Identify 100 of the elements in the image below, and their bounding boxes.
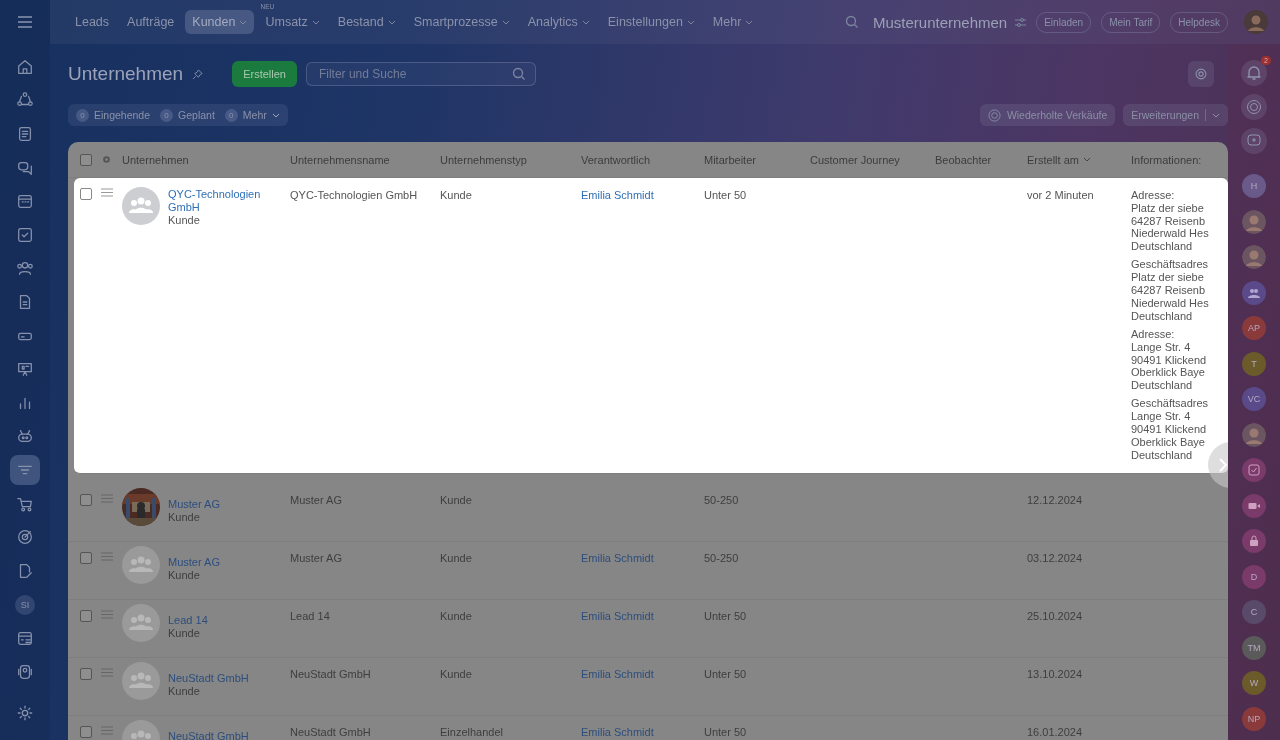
settings-icon[interactable] <box>101 154 112 165</box>
responsible-link[interactable]: Emilia Schmidt <box>581 551 654 564</box>
nav-tab[interactable]: Kunden <box>185 10 255 34</box>
responsible-link[interactable]: Emilia Schmidt <box>581 725 654 738</box>
address-line: Oberklick Baye <box>1131 435 1205 449</box>
menu-icon <box>17 16 33 28</box>
company-avatar <box>122 661 160 700</box>
extensions-button[interactable]: Erweiterungen <box>1123 104 1228 126</box>
contact-avatar[interactable]: AP <box>1242 316 1266 340</box>
column-header[interactable]: Unternehmenstyp <box>436 153 577 166</box>
company-link[interactable]: NeuStadt GmbH <box>168 671 249 685</box>
drag-handle-icon[interactable] <box>101 493 113 503</box>
drag-handle-icon[interactable] <box>101 609 113 619</box>
column-header[interactable]: Erstellt am <box>1023 153 1127 166</box>
search-icon <box>511 67 526 81</box>
copilot-button[interactable] <box>1241 94 1267 120</box>
spiral-icon <box>987 108 1001 122</box>
column-header[interactable]: Verantwortlich <box>577 153 700 166</box>
header-button[interactable]: Helpdesk <box>1170 11 1228 33</box>
sidebar-item[interactable] <box>10 454 40 485</box>
sliders-icon[interactable] <box>1015 17 1027 27</box>
contact-avatar[interactable]: C <box>1242 600 1266 624</box>
contact-avatar[interactable]: D <box>1242 564 1266 589</box>
drag-handle-icon[interactable] <box>101 725 113 735</box>
row-checkbox[interactable] <box>80 725 92 738</box>
company-link[interactable]: Muster AG <box>168 497 220 511</box>
column-header[interactable]: Beobachter <box>931 153 1023 166</box>
column-header[interactable]: Unternehmensname <box>286 153 436 166</box>
company-type: Kunde <box>168 510 201 524</box>
table-row[interactable] <box>74 178 1228 474</box>
search-icon[interactable] <box>844 15 859 29</box>
drag-handle-icon[interactable] <box>101 551 113 561</box>
contact-avatar[interactable]: VC <box>1242 387 1266 411</box>
contact-avatar[interactable] <box>1242 245 1266 269</box>
contact-avatar[interactable]: TM <box>1242 635 1266 660</box>
nav-tab[interactable]: Einstellungen <box>600 10 702 34</box>
pin-icon[interactable] <box>192 68 204 80</box>
row-checkbox[interactable] <box>80 609 92 622</box>
nav-tab[interactable]: Analytics <box>520 10 597 34</box>
nav-tab[interactable]: Aufträge <box>120 10 182 34</box>
table-cell: Kunde <box>440 609 472 622</box>
table-row[interactable]: NeuStadt GmbH NeuStadt GmbH Einzelhandel Emilia Schmidt Unter 50 16.01.2024 <box>68 715 1228 740</box>
row-checkbox[interactable] <box>80 188 92 200</box>
column-header[interactable]: Mitarbeiter <box>700 153 806 166</box>
select-all-checkbox[interactable] <box>80 153 92 166</box>
table-cell: Kunde <box>440 667 472 680</box>
row-checkbox[interactable] <box>80 667 92 680</box>
company-name: Musterunternehmen <box>872 13 1008 31</box>
create-button[interactable]: Erstellen <box>232 61 297 87</box>
row-checkbox[interactable] <box>80 551 92 564</box>
settings-button[interactable] <box>1188 61 1214 87</box>
drag-handle-icon[interactable] <box>101 188 113 197</box>
company-link[interactable]: QYC-Technologien GmbH <box>168 188 261 214</box>
nav-tab[interactable]: Smartprozesse <box>406 10 517 34</box>
company-link[interactable]: NeuStadt GmbH <box>168 729 249 740</box>
table-row[interactable]: Muster AG Kunde Muster AG Kunde Emilia Schmidt 50-250 03.12.2024 <box>68 541 1228 600</box>
table-row[interactable]: Lead 14 Kunde Lead 14 Kunde Emilia Schmidt Unter 50 25.10.2024 <box>68 599 1228 658</box>
column-header[interactable]: Unternehmen <box>118 153 286 166</box>
table-cell: Muster AG <box>290 551 342 564</box>
table-cell: Kunde <box>440 189 472 201</box>
company-link[interactable]: Lead 14 <box>168 613 208 627</box>
contact-avatar[interactable]: T <box>1242 351 1266 376</box>
user-avatar[interactable] <box>1244 10 1268 34</box>
nav-tab[interactable]: Mehr <box>705 10 761 34</box>
company-avatar <box>122 187 160 225</box>
chat-avatar[interactable] <box>1242 280 1266 305</box>
table-row[interactable]: Muster AG Kunde Muster AG Kunde 50-250 12.12.2024 <box>68 483 1228 542</box>
contact-avatar[interactable]: NP <box>1242 706 1266 731</box>
drag-handle-icon[interactable] <box>101 667 113 677</box>
header-button[interactable]: Mein Tarif <box>1101 11 1161 33</box>
nav-tab[interactable]: Bestand <box>330 10 403 34</box>
responsible-link[interactable]: Emilia Schmidt <box>581 667 654 680</box>
contact-avatar[interactable] <box>1242 422 1266 447</box>
chat-avatar[interactable] <box>1242 458 1266 482</box>
user-avatar[interactable]: SI <box>15 594 35 615</box>
row-checkbox[interactable] <box>80 493 92 506</box>
column-header[interactable]: Informationen: <box>1127 153 1228 166</box>
chat-avatar[interactable] <box>1242 493 1266 518</box>
table-cell: NeuStadt GmbH <box>290 725 371 738</box>
chat-button[interactable] <box>1241 128 1267 154</box>
sidebar-icon <box>16 360 34 379</box>
group-icon <box>1248 286 1260 299</box>
contact-avatar[interactable] <box>1242 209 1266 234</box>
table-cell: Unter 50 <box>704 189 747 201</box>
responsible-link[interactable]: Emilia Schmidt <box>581 609 654 622</box>
table-row[interactable]: NeuStadt GmbH Kunde NeuStadt GmbH Kunde Emilia Schmidt Unter 50 13.10.2024 <box>68 657 1228 716</box>
repeat-sales-button[interactable]: Wiederholte Verkäufe <box>979 104 1116 126</box>
company-type: Kunde <box>168 568 201 582</box>
table-cell: Muster AG <box>290 493 342 506</box>
address-line: Oberklick Baye <box>1131 366 1205 380</box>
responsible-link[interactable]: Emilia Schmidt <box>581 189 654 201</box>
chat-avatar[interactable] <box>1242 529 1266 553</box>
column-header[interactable]: Customer Journey <box>806 153 931 166</box>
company-link[interactable]: Muster AG <box>168 555 220 569</box>
address-line: Niederwald Hes <box>1131 227 1209 241</box>
contact-avatar[interactable]: W <box>1242 671 1266 695</box>
table-cell: 13.10.2024 <box>1027 667 1083 680</box>
nav-tab[interactable]: Leads <box>68 10 117 34</box>
table-cell: Kunde <box>440 493 472 506</box>
header-button[interactable]: Einladen <box>1036 11 1092 33</box>
